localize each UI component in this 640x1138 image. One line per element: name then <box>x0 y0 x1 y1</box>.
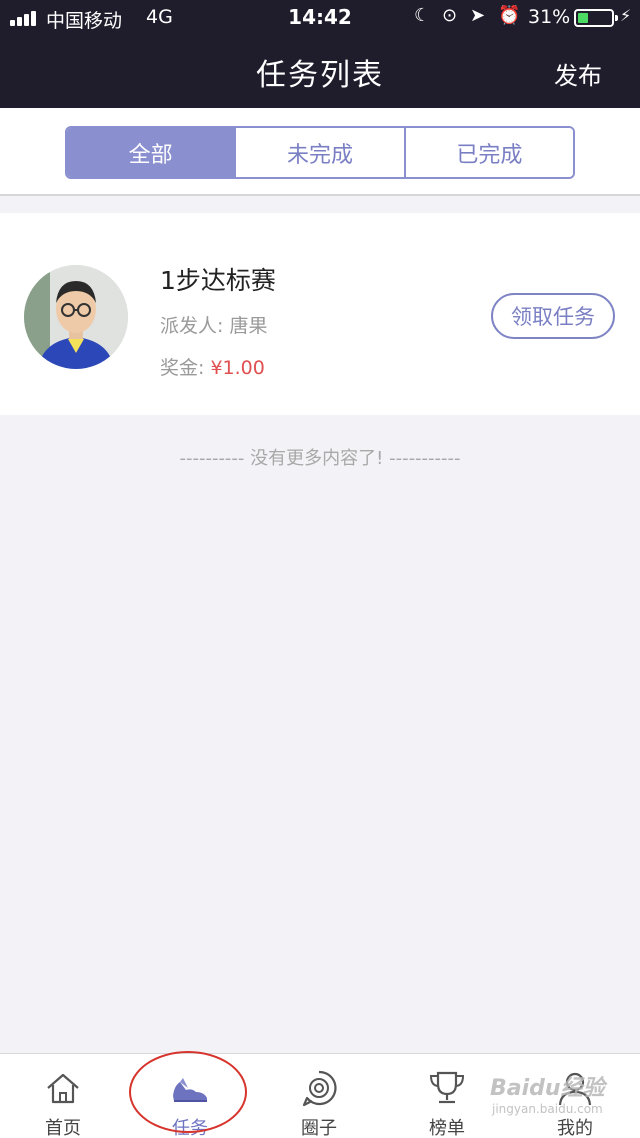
battery-percent: 31% <box>528 6 571 28</box>
status-icons: ☾ ⊙ ➤ ⏰ <box>412 5 528 31</box>
filter-tab-completed[interactable]: 已完成 <box>405 128 573 177</box>
reward-label: 奖金: <box>160 357 205 379</box>
alarm-icon: ⏰ <box>498 5 521 26</box>
list-end-text: ---------- 没有更多内容了! ----------- <box>179 448 461 469</box>
tab-circle-label: 圈子 <box>301 1118 337 1138</box>
tab-home[interactable]: 首页 <box>13 1054 113 1138</box>
moon-icon: ☾ <box>414 5 431 26</box>
page-title: 任务列表 <box>256 58 384 93</box>
reward-amount: ¥1.00 <box>210 357 265 379</box>
task-title: 1步达标赛 <box>160 266 276 295</box>
circle-icon <box>302 1070 337 1107</box>
watermark-url: jingyan.baidu.com <box>492 1102 603 1116</box>
sender-name: 唐果 <box>229 315 268 337</box>
charging-icon: ⚡ <box>620 6 632 25</box>
task-card[interactable]: 1步达标赛 派发人: 唐果 奖金: ¥1.00 领取任务 <box>0 213 640 415</box>
home-icon <box>47 1073 79 1104</box>
location-icon: ➤ <box>470 5 486 26</box>
top-bar: 中国移动 4G 14:42 ☾ ⊙ ➤ ⏰ 31% ⚡ 任务列表 发布 <box>0 0 640 108</box>
watermark-brand: Baidu经验 <box>490 1076 605 1101</box>
battery-icon <box>574 9 618 27</box>
trophy-icon <box>429 1071 465 1104</box>
filter-tab-all[interactable]: 全部 <box>67 128 237 177</box>
tab-ranking-label: 榜单 <box>429 1118 465 1138</box>
task-sender: 派发人: 唐果 <box>160 311 267 338</box>
filter-segmented-control: 全部 未完成 已完成 <box>65 126 575 179</box>
orientation-lock-icon: ⊙ <box>442 5 458 26</box>
filter-tab-incomplete[interactable]: 未完成 <box>236 128 406 177</box>
tab-home-label: 首页 <box>45 1118 81 1138</box>
tab-ranking[interactable]: 榜单 <box>397 1054 497 1138</box>
avatar <box>24 265 128 369</box>
filter-area: 全部 未完成 已完成 <box>0 108 640 196</box>
task-reward: 奖金: ¥1.00 <box>160 353 265 380</box>
tab-circle[interactable]: 圈子 <box>269 1054 369 1138</box>
claim-task-button[interactable]: 领取任务 <box>491 293 615 339</box>
watermark: Baidu经验 jingyan.baidu.com <box>490 1066 630 1126</box>
sender-label: 派发人: <box>160 315 224 337</box>
status-bar: 中国移动 4G 14:42 ☾ ⊙ ➤ ⏰ 31% ⚡ <box>0 0 640 36</box>
publish-button[interactable]: 发布 <box>554 56 602 91</box>
highlight-ring <box>129 1051 247 1133</box>
